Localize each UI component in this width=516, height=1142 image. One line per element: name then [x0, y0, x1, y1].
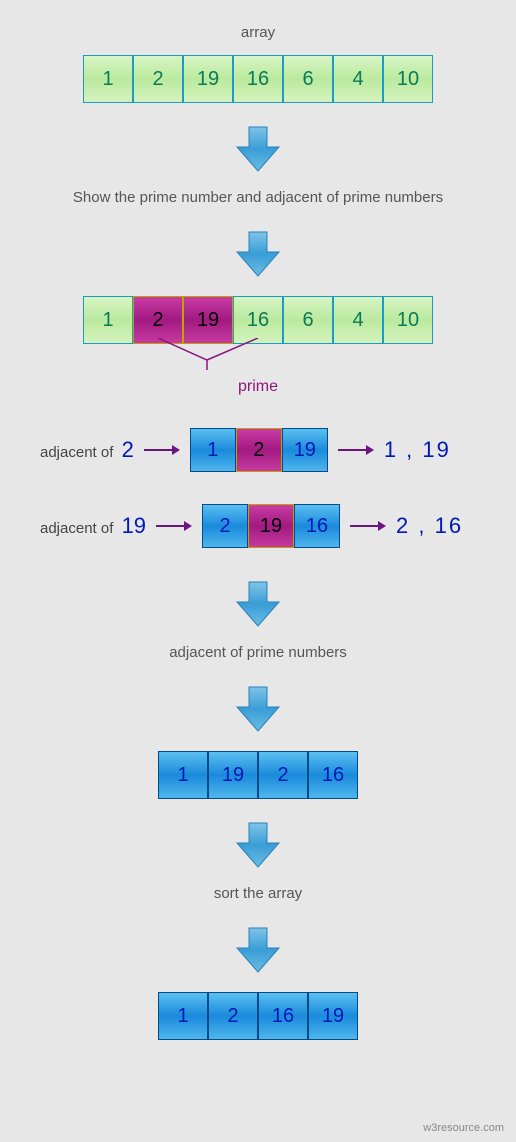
prime-connector-icon: [83, 338, 433, 372]
array-cell: 16: [233, 55, 283, 103]
array-cell: 1: [158, 751, 208, 799]
result-text: 1 , 19: [384, 437, 451, 463]
array-cell: 1: [83, 296, 133, 344]
array-initial: 1219166410: [83, 55, 433, 103]
result-text: 2 , 16: [396, 513, 463, 539]
array-cell: 2: [202, 504, 248, 548]
label-text: adjacent of: [40, 520, 118, 537]
array-cell: 19: [208, 751, 258, 799]
label-num: 19: [122, 513, 146, 539]
array-sorted: 121619: [158, 992, 358, 1040]
arrow-down-icon: [235, 821, 281, 869]
array-highlighted: 1219166410: [83, 296, 433, 344]
attribution-text: w3resource.com: [423, 1122, 504, 1134]
step1-text: Show the prime number and adjacent of pr…: [73, 189, 443, 206]
array-cell: 19: [183, 55, 233, 103]
array-cell: 2: [236, 428, 282, 472]
array-cell: 19: [282, 428, 328, 472]
array-cell: 10: [383, 55, 433, 103]
array-cell: 4: [333, 296, 383, 344]
array-cell: 1: [190, 428, 236, 472]
arrow-down-icon: [235, 125, 281, 173]
array-cell: 2: [133, 55, 183, 103]
array-cell: 4: [333, 55, 383, 103]
array-cell: 16: [233, 296, 283, 344]
array-cell: 19: [248, 504, 294, 548]
array-cell: 16: [258, 992, 308, 1040]
label-num: 2: [122, 437, 134, 463]
arrow-down-icon: [235, 230, 281, 278]
adjacent-label: adjacent of 19: [40, 513, 146, 539]
arrow-right-icon: [156, 518, 192, 534]
arrow-right-icon: [350, 518, 386, 534]
array-cell: 1: [158, 992, 208, 1040]
arrow-right-icon: [338, 442, 374, 458]
array-cell: 6: [283, 296, 333, 344]
array-cell: 1: [83, 55, 133, 103]
array-cell: 16: [294, 504, 340, 548]
top-label: array: [241, 24, 275, 41]
array-cell: 19: [183, 296, 233, 344]
array-cell: 2: [208, 992, 258, 1040]
step3-text: sort the array: [214, 885, 302, 902]
array-adjacent: 119216: [158, 751, 358, 799]
prime-label: prime: [238, 378, 278, 396]
array-cell: 2: [133, 296, 183, 344]
array-cell: 6: [283, 55, 333, 103]
triplet-row-1: adjacent of 2 1219 1 , 19: [0, 422, 516, 478]
diagram-root: array 1219166410 Show the prime number a…: [0, 20, 516, 1046]
arrow-down-icon: [235, 926, 281, 974]
arrow-down-icon: [235, 580, 281, 628]
arrow-right-icon: [144, 442, 180, 458]
triplet-row-2: adjacent of 19 21916 2 , 16: [0, 498, 516, 554]
adjacent-label: adjacent of 2: [40, 437, 134, 463]
array-cell: 16: [308, 751, 358, 799]
array-cell: 19: [308, 992, 358, 1040]
step2-text: adjacent of prime numbers: [169, 644, 347, 661]
array-cell: 10: [383, 296, 433, 344]
array-cell: 2: [258, 751, 308, 799]
label-text: adjacent of: [40, 444, 118, 461]
arrow-down-icon: [235, 685, 281, 733]
